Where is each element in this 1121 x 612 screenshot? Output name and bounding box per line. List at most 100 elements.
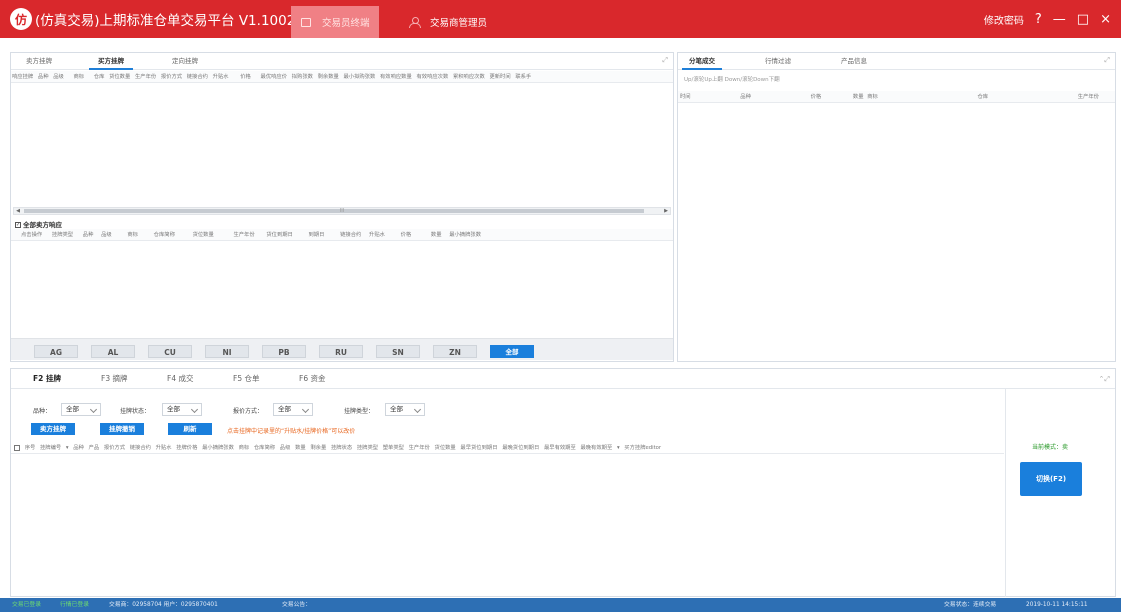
col-header[interactable]: 更新时间 (489, 71, 510, 82)
col-header[interactable]: 生产年份 (409, 442, 430, 453)
col-header[interactable]: 升贴水 (156, 442, 172, 453)
col-header[interactable]: 最小摘牌张数 (449, 229, 481, 240)
col-header[interactable]: 挂牌状态 (331, 442, 352, 453)
col-header[interactable]: 数量 (853, 91, 864, 102)
tab-tick-trades[interactable]: 分笔成交 (682, 53, 722, 70)
col-header[interactable]: 有效响应次数 (416, 71, 448, 82)
filter-icon[interactable]: ▾ (617, 442, 620, 453)
expand-icon[interactable]: ⤢ (662, 56, 668, 65)
listing-status-select[interactable]: 全部 (162, 403, 202, 416)
change-password-link[interactable]: 修改密码 (984, 12, 1024, 27)
col-header[interactable]: 到期日 (309, 229, 325, 240)
quote-method-select[interactable]: 全部 (273, 403, 313, 416)
col-header[interactable]: 剩余量 (310, 442, 326, 453)
col-header[interactable]: 价格 (401, 229, 412, 240)
col-header[interactable]: 升贴水 (213, 71, 229, 82)
col-header[interactable]: 累积响应次数 (453, 71, 485, 82)
col-header[interactable]: 报价方式 (161, 71, 182, 82)
col-header[interactable]: 仓库简称 (154, 229, 175, 240)
col-header[interactable]: 品级 (53, 71, 64, 82)
tab-f3-delisting[interactable]: F3 摘牌 (101, 369, 127, 389)
tab-buy-listing[interactable]: 买方挂牌 (89, 53, 133, 70)
col-header[interactable]: 报价方式 (104, 442, 125, 453)
minimize-icon[interactable]: — (1053, 12, 1066, 27)
col-header[interactable]: 品种 (740, 91, 751, 102)
filter-ag-button[interactable]: AG (34, 345, 78, 358)
nav-tab-admin[interactable]: 交易商管理员 (399, 6, 509, 38)
filter-al-button[interactable]: AL (91, 345, 135, 358)
col-header[interactable]: 链接合约 (187, 71, 208, 82)
col-header[interactable]: 最晚货位到期日 (502, 442, 539, 453)
checkbox-icon[interactable]: ✓ (15, 222, 21, 228)
col-header[interactable]: 品种 (83, 229, 94, 240)
col-header[interactable]: 有效响应数量 (380, 71, 412, 82)
col-header[interactable]: 生产年份 (135, 71, 156, 82)
maximize-icon[interactable]: □ (1077, 12, 1089, 27)
col-header[interactable]: 生产年份 (1078, 91, 1099, 102)
scroll-right-icon[interactable]: ▶ (662, 208, 670, 214)
tab-market-filter[interactable]: 行情过滤 (758, 53, 798, 70)
col-header[interactable]: 买方挂牌editor (624, 442, 661, 453)
scroll-left-icon[interactable]: ◀ (14, 208, 22, 214)
col-header[interactable]: 生产年份 (233, 229, 254, 240)
col-header[interactable]: 品级 (280, 442, 291, 453)
expand-icon[interactable]: ⤢ (1104, 56, 1110, 65)
col-header[interactable]: 拟购张数 (292, 71, 313, 82)
cancel-listing-button[interactable]: 挂牌撤销 (100, 423, 144, 435)
close-icon[interactable]: × (1100, 12, 1111, 27)
tab-product-info[interactable]: 产品信息 (834, 53, 874, 70)
col-header[interactable]: 仓库 (977, 91, 988, 102)
listing-type-select[interactable]: 全部 (385, 403, 425, 416)
all-sellers-checkbox[interactable]: ✓ 全部卖方响应 (15, 219, 62, 229)
trade-notice[interactable]: 交易公告： (282, 598, 311, 612)
col-header[interactable]: 品级 (101, 229, 112, 240)
col-header[interactable]: 商标 (73, 71, 84, 82)
col-header[interactable]: 最早有效期至 (544, 442, 576, 453)
tab-f6-funds[interactable]: F6 资金 (299, 369, 325, 389)
col-header[interactable]: 时间 (680, 91, 691, 102)
col-header[interactable]: 塑单类型 (383, 442, 404, 453)
col-header[interactable]: 最早货位到期日 (460, 442, 497, 453)
tab-f5-warrants[interactable]: F5 仓单 (233, 369, 259, 389)
filter-all-button[interactable]: 全部 (490, 345, 534, 358)
refresh-button[interactable]: 刷新 (168, 423, 212, 435)
col-header[interactable]: 剩余数量 (318, 71, 339, 82)
col-header[interactable]: 商标 (239, 442, 250, 453)
tab-sell-listing[interactable]: 卖方挂牌 (17, 53, 61, 70)
col-header[interactable]: 商标 (867, 91, 878, 102)
col-header[interactable]: 最小摘牌张数 (202, 442, 234, 453)
col-header[interactable]: 最小拟购张数 (344, 71, 376, 82)
col-header[interactable]: 响应挂牌 (12, 71, 33, 82)
filter-icon[interactable]: ▾ (66, 442, 69, 453)
col-header[interactable]: 货位到期日 (266, 229, 293, 240)
col-header[interactable]: 货位数量 (435, 442, 456, 453)
variety-select[interactable]: 全部 (61, 403, 101, 416)
col-header[interactable]: 升贴水 (369, 229, 385, 240)
scroll-thumb[interactable] (24, 209, 644, 213)
col-header[interactable]: 品种 (38, 71, 49, 82)
col-header[interactable]: 货位数量 (109, 71, 130, 82)
help-icon[interactable]: ? (1035, 12, 1042, 27)
col-header[interactable]: 挂牌类型 (357, 442, 378, 453)
col-header[interactable]: 最优响应价 (261, 71, 288, 82)
col-header[interactable]: 产品 (89, 442, 100, 453)
horizontal-scrollbar[interactable]: ◀ III ▶ (13, 207, 671, 215)
col-header[interactable]: 链接合约 (340, 229, 361, 240)
col-header[interactable]: 价格 (240, 71, 251, 82)
col-header[interactable]: 链接合约 (130, 442, 151, 453)
filter-zn-button[interactable]: ZN (433, 345, 477, 358)
col-header[interactable]: 品种 (73, 442, 84, 453)
col-header[interactable]: 联系手 (515, 71, 531, 82)
sell-listing-button[interactable]: 卖方挂牌 (31, 423, 75, 435)
col-header[interactable]: 仓库 (94, 71, 105, 82)
collapse-expand-icon[interactable]: ⌃⤢ (1099, 375, 1110, 384)
col-header[interactable]: 最晚有效期至 (580, 442, 612, 453)
filter-sn-button[interactable]: SN (376, 345, 420, 358)
col-header[interactable]: 挂牌编号 (40, 442, 61, 453)
filter-pb-button[interactable]: PB (262, 345, 306, 358)
col-header[interactable]: 点击操作 (21, 229, 42, 240)
nav-tab-trader[interactable]: 交易员终端 (291, 6, 379, 38)
col-header[interactable]: 数量 (295, 442, 306, 453)
filter-ru-button[interactable]: RU (319, 345, 363, 358)
col-header[interactable]: 仓库简称 (254, 442, 275, 453)
